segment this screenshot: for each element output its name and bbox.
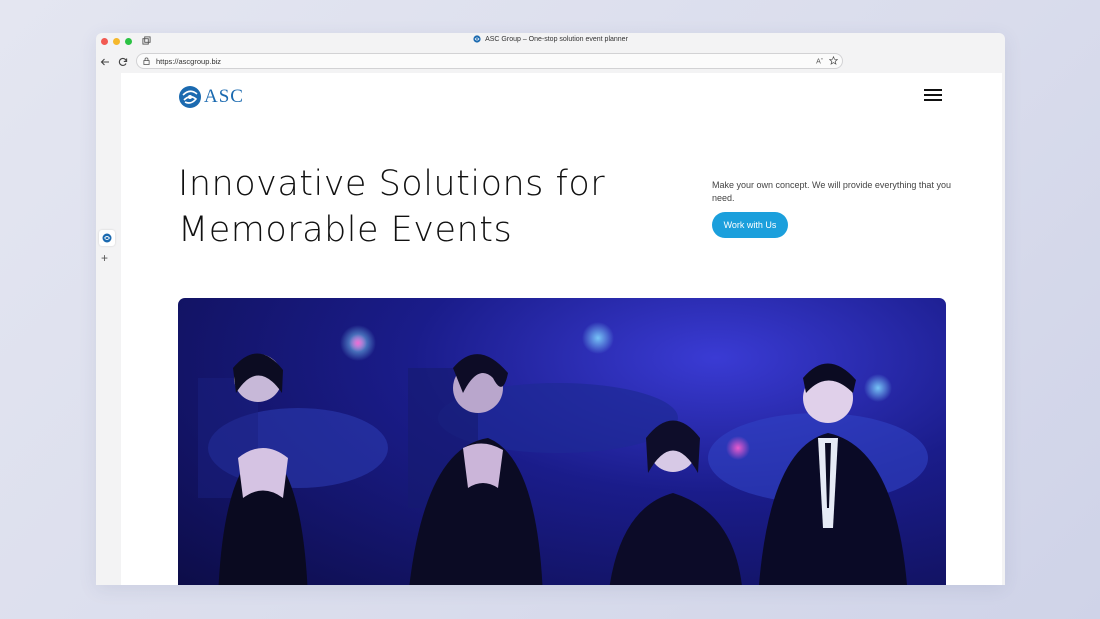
asc-emblem-icon [179,86,201,108]
arrow-left-icon [100,58,109,66]
browser-window: ASC Group – One-stop solution event plan… [96,33,1005,585]
hero-headline: Innovative Solutions for Memorable Event… [178,161,605,253]
hero-intro-text: Make your own concept. We will provide e… [712,180,951,203]
dancing-guests-photo [198,322,928,585]
lock-icon [143,57,150,65]
browser-toolbar: https://ascgroup.biz A» [96,51,1005,73]
web-page: ASC Innovative Solutions for Memorable E… [121,73,1002,585]
favorite-star-icon[interactable] [829,56,838,66]
url-text: https://ascgroup.biz [156,56,222,66]
work-with-us-button[interactable]: Work with Us [712,212,788,238]
browser-sidebar: + [96,73,121,585]
asc-favicon-icon [473,35,481,43]
sidebar-asc-app-icon[interactable] [99,230,115,246]
active-tab[interactable]: ASC Group – One-stop solution event plan… [96,35,1005,43]
logo-text: ASC [204,86,244,107]
address-bar[interactable]: https://ascgroup.biz A» [136,53,843,69]
asc-logo-icon [102,233,112,243]
hero-headline-line-2: Memorable Events [178,210,513,250]
hamburger-menu-icon[interactable] [924,89,944,103]
hero-headline-line-1: Innovative Solutions for [178,164,606,204]
tab-title-text: ASC Group – One-stop solution event plan… [485,35,628,43]
site-logo[interactable]: ASC [178,85,244,109]
read-aloud-icon[interactable]: A» [816,56,823,65]
back-button[interactable] [98,55,112,69]
reload-icon [118,57,128,66]
reload-button[interactable] [116,55,130,69]
title-bar: ASC Group – One-stop solution event plan… [96,33,1005,49]
sidebar-add-icon[interactable]: + [101,252,108,264]
hero-event-photo [178,298,946,585]
